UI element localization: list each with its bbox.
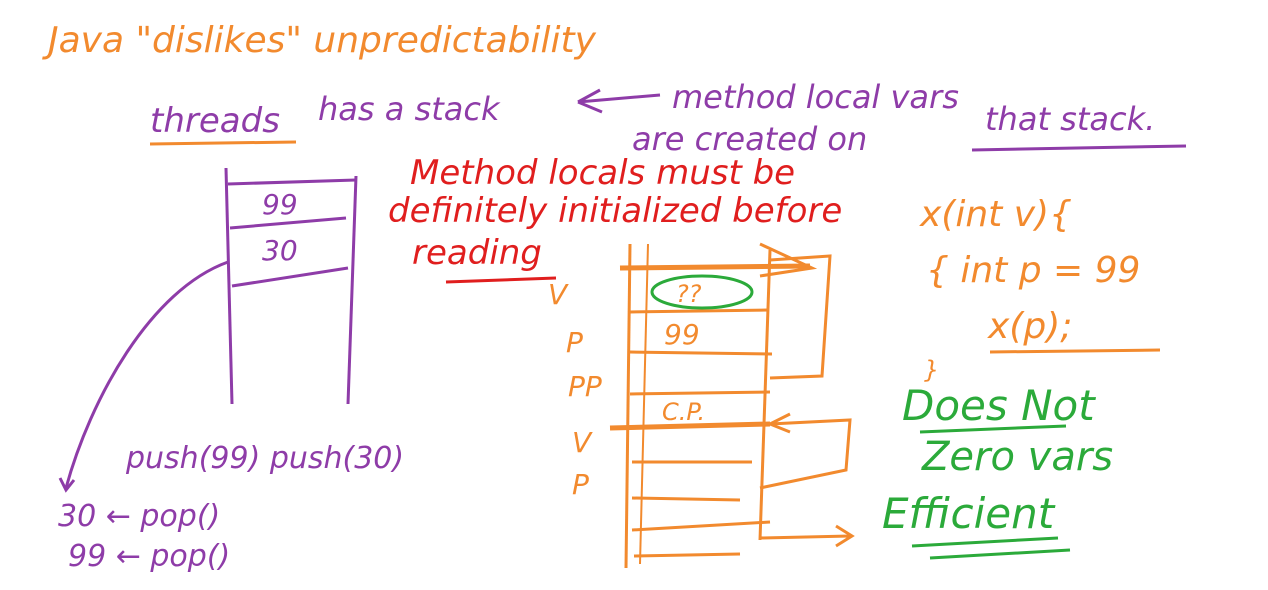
orange-divider-1 [629, 308, 769, 314]
lower-loop-arrow [759, 418, 852, 490]
code-line-3: x(p); [987, 306, 1072, 347]
uninitialized-oval [650, 274, 754, 310]
green-note-line2: Zero vars [921, 434, 1113, 480]
orange-divider-7 [631, 520, 771, 532]
orange-divider-6 [631, 496, 741, 502]
left-stack-left-wall [224, 167, 234, 405]
green-note-line1: Does Not [902, 381, 1096, 430]
threads-underline [149, 140, 297, 146]
has-a-stack-text: has a stack [318, 90, 501, 128]
red-note: Method locals must be definitely initial… [388, 153, 842, 284]
whiteboard-canvas: Java "dislikes" unpredictability threads… [42, 20, 1187, 574]
left-stack-right-wall [346, 175, 358, 405]
code-line-4: } [924, 356, 939, 384]
orange-cell-3: C.P. [662, 398, 705, 426]
orange-divider-8 [633, 552, 741, 558]
efficient-underline-1 [911, 536, 1059, 548]
side-label-1: P [566, 326, 583, 359]
red-note-line3: reading [412, 233, 542, 273]
orange-stack-inner-wall [639, 243, 649, 565]
side-label-0: V [548, 278, 569, 311]
code-line-2: { int p = 99 [926, 250, 1140, 291]
reading-underline [445, 276, 557, 284]
code-underline [989, 348, 1161, 354]
orange-cell-1: 99 [664, 318, 700, 351]
orange-stack-right-wall [758, 249, 772, 541]
left-stack-cell-0: 99 [262, 188, 298, 221]
that-stack-underline [971, 144, 1187, 152]
left-stack: 99 30 push(99) push(30) 30 ← pop() 99 ← … [58, 167, 404, 574]
that-stack-text: that stack. [985, 100, 1155, 138]
left-arrow-icon [577, 88, 661, 114]
pop-line-1: 30 ← pop() [58, 499, 220, 534]
efficient-underline-2 [929, 548, 1071, 560]
red-note-line2: definitely initialized before [388, 191, 842, 231]
side-label-4: P [572, 468, 589, 501]
side-label-3: V [572, 426, 593, 459]
left-stack-top-line [227, 178, 357, 186]
left-stack-divider-2 [231, 266, 349, 288]
green-note: Does Not Zero vars Efficient [882, 381, 1113, 560]
thread-sentence: threads has a stack method local vars ar… [149, 78, 1187, 158]
orange-stack-left-wall [624, 243, 632, 569]
pop-line-2: 99 ← pop() [68, 539, 230, 574]
red-note-line1: Method locals must be [410, 153, 795, 193]
code-snippet: x(int v){ { int p = 99 x(p); } [919, 194, 1161, 384]
left-stack-cell-1: 30 [262, 234, 298, 267]
orange-stack-top-line [619, 263, 811, 271]
orange-divider-2 [629, 350, 773, 356]
method-local-vars-text: method local vars [672, 78, 959, 116]
title-text: Java "dislikes" unpredictability [42, 20, 597, 61]
push-ops-text: push(99) push(30) [125, 441, 404, 476]
orange-cell-0: ?? [676, 280, 702, 308]
threads-word: threads [150, 101, 280, 141]
bottom-arrow-icon [759, 524, 855, 548]
green-note-line3: Efficient [882, 489, 1056, 538]
orange-divider-3 [629, 390, 771, 396]
code-line-1: x(int v){ [919, 194, 1072, 235]
orange-stack: ?? 99 C.P. V P PP V P [548, 242, 855, 569]
side-label-2: PP [568, 370, 602, 403]
